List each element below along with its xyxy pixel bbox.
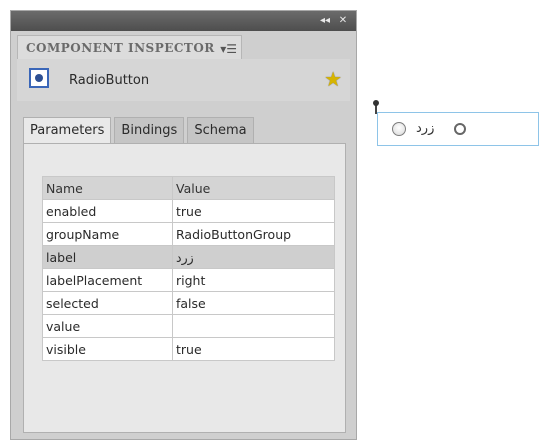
radio-dot bbox=[35, 74, 43, 82]
param-value-cell[interactable]: زرد bbox=[172, 245, 335, 269]
param-name-cell: label bbox=[42, 245, 173, 269]
table-row[interactable]: groupName RadioButtonGroup bbox=[42, 222, 335, 246]
table-row[interactable]: labelPlacement right bbox=[42, 268, 335, 292]
param-value-cell[interactable]: false bbox=[172, 291, 335, 315]
panel-title: COMPONENT INSPECTOR bbox=[26, 41, 215, 55]
radio-button-component-icon bbox=[29, 68, 49, 88]
component-inspector-panel: ◂◂ ✕ COMPONENT INSPECTOR ▾☰ RadioButton … bbox=[10, 10, 357, 440]
star-icon[interactable]: ★ bbox=[324, 67, 342, 91]
panel-chrome-bar[interactable]: ◂◂ ✕ bbox=[11, 11, 356, 31]
param-name-cell: visible bbox=[42, 337, 173, 361]
param-value-cell[interactable]: right bbox=[172, 268, 335, 292]
table-row[interactable]: visible true bbox=[42, 337, 335, 361]
column-header-value[interactable]: Value bbox=[172, 176, 335, 200]
param-name-cell: groupName bbox=[42, 222, 173, 246]
registration-point-icon[interactable] bbox=[373, 100, 379, 106]
param-value-cell[interactable] bbox=[172, 314, 335, 338]
component-name: RadioButton bbox=[69, 73, 150, 88]
close-icon[interactable]: ✕ bbox=[336, 14, 350, 27]
table-row[interactable]: value bbox=[42, 314, 335, 338]
param-name-cell: enabled bbox=[42, 199, 173, 223]
table-row-selected[interactable]: label زرد bbox=[42, 245, 335, 269]
table-row[interactable]: enabled true bbox=[42, 199, 335, 223]
tab-parameters[interactable]: Parameters bbox=[23, 117, 112, 143]
collapse-icon[interactable]: ◂◂ bbox=[318, 14, 332, 27]
tab-bindings[interactable]: Bindings bbox=[114, 117, 185, 143]
label-ring-icon bbox=[454, 123, 466, 135]
param-value-cell[interactable]: RadioButtonGroup bbox=[172, 222, 335, 246]
param-value-cell[interactable]: true bbox=[172, 337, 335, 361]
param-name-cell: value bbox=[42, 314, 173, 338]
param-value-cell[interactable]: true bbox=[172, 199, 335, 223]
panel-title-tab[interactable]: COMPONENT INSPECTOR ▾☰ bbox=[17, 35, 242, 59]
table-row[interactable]: selected false bbox=[42, 291, 335, 315]
radio-button-icon[interactable] bbox=[392, 122, 406, 136]
inspector-tabs: Parameters Bindings Schema bbox=[23, 117, 254, 143]
chrome-controls: ◂◂ ✕ bbox=[318, 14, 350, 27]
component-header: RadioButton ★ bbox=[17, 59, 350, 101]
column-header-name[interactable]: Name bbox=[42, 176, 173, 200]
param-name-cell: labelPlacement bbox=[42, 268, 173, 292]
tab-schema[interactable]: Schema bbox=[187, 117, 254, 143]
radio-label: زرد bbox=[416, 121, 435, 136]
parameters-grid: Name Value enabled true groupName RadioB… bbox=[42, 176, 335, 361]
param-name-cell: selected bbox=[42, 291, 173, 315]
panel-menu-icon[interactable]: ▾☰ bbox=[220, 42, 237, 56]
stage-radio-button[interactable]: زرد bbox=[377, 112, 539, 146]
panel-title-row: COMPONENT INSPECTOR ▾☰ bbox=[17, 35, 350, 59]
grid-header-row: Name Value bbox=[42, 176, 335, 200]
